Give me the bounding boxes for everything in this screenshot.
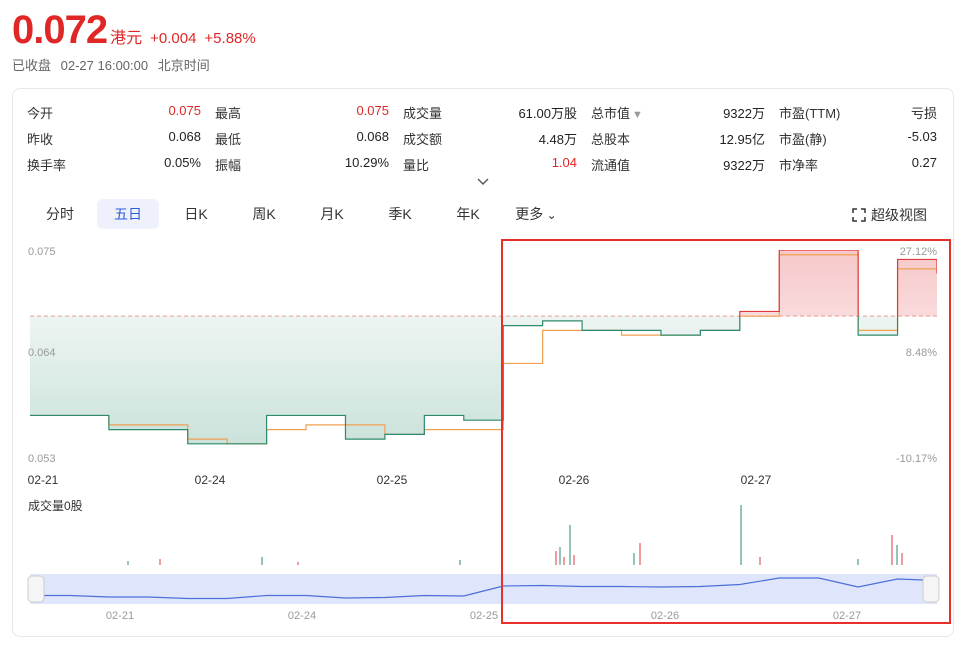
navigator-left-handle: [27, 575, 45, 603]
navigator-right-handle: [922, 575, 940, 603]
date-label: 02-27: [741, 473, 772, 487]
y-axis-label: 0.053: [28, 453, 56, 465]
navigator-date-label: 02-26: [651, 610, 679, 622]
pct-axis-label: 8.48%: [906, 347, 937, 359]
navigator-date-label: 02-27: [833, 610, 861, 622]
date-label: 02-26: [559, 473, 590, 487]
pct-axis-label: -10.17%: [896, 453, 937, 465]
date-label: 02-25: [377, 473, 408, 487]
date-label: 02-24: [195, 473, 226, 487]
navigator-date-label: 02-25: [470, 610, 498, 622]
y-axis-label: 0.064: [28, 347, 56, 359]
y-axis-label: 0.075: [28, 246, 56, 258]
date-label: 02-21: [28, 473, 59, 487]
pct-axis-label: 27.12%: [900, 246, 938, 258]
five-day-chart[interactable]: 0.075 0.064 0.053 27.12% 8.48% -10.17% 02-21 02…: [0, 0, 971, 647]
highlight-box: [501, 239, 951, 624]
navigator-date-label: 02-21: [106, 610, 134, 622]
navigator-date-label: 02-24: [288, 610, 316, 622]
